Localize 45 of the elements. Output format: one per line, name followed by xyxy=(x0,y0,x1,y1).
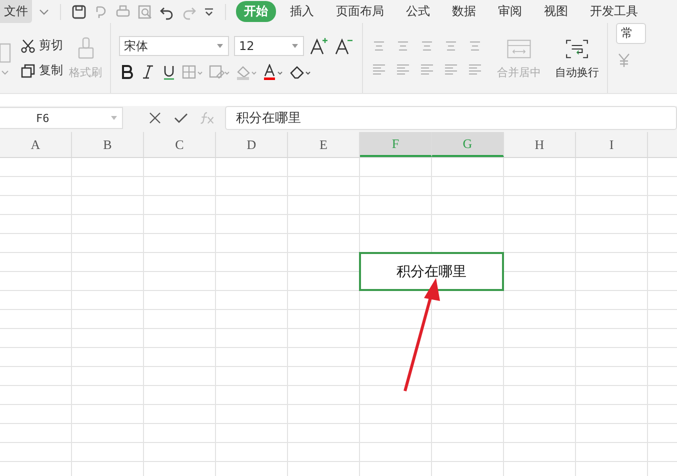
caret-icon xyxy=(291,42,299,50)
copy-icon xyxy=(20,62,36,78)
cell-reference-field[interactable]: F6 xyxy=(0,107,123,129)
column-header[interactable]: H xyxy=(504,132,576,157)
dropdown-icon[interactable] xyxy=(203,6,215,18)
preview-icon[interactable] xyxy=(137,4,153,20)
font-size-field[interactable]: 12 xyxy=(234,36,304,56)
eraser-icon[interactable] xyxy=(290,64,312,80)
column-header[interactable]: D xyxy=(216,132,288,157)
formula-input-field[interactable]: 积分在哪里 xyxy=(225,106,677,130)
bold-icon[interactable] xyxy=(119,64,135,80)
copy-button[interactable]: 复制 xyxy=(20,62,63,79)
ribbon-tab[interactable]: 公式 xyxy=(398,1,438,22)
cancel-icon[interactable] xyxy=(147,110,163,126)
column-header[interactable]: I xyxy=(576,132,648,157)
number-format-field[interactable]: 常 xyxy=(616,23,646,44)
column-header[interactable]: C xyxy=(144,132,216,157)
function-icon[interactable] xyxy=(199,110,215,126)
column-header[interactable]: A xyxy=(0,132,72,157)
font-color-icon[interactable] xyxy=(263,64,285,80)
ribbon-tab[interactable]: 数据 xyxy=(444,1,484,22)
border-icon[interactable] xyxy=(182,64,204,80)
print-icon[interactable] xyxy=(115,4,131,20)
wrap-text-button[interactable]: 自动换行 xyxy=(555,36,599,80)
caret-icon xyxy=(216,42,224,50)
save-icon[interactable] xyxy=(71,4,87,20)
underline-icon[interactable] xyxy=(161,64,177,80)
scissors-icon xyxy=(20,38,36,54)
decrease-font-icon[interactable] xyxy=(334,37,354,55)
caret-icon xyxy=(110,114,118,122)
selected-cell[interactable]: 积分在哪里 xyxy=(359,252,504,291)
font-name-field[interactable]: 宋体 xyxy=(119,36,229,56)
fill-color-icon[interactable] xyxy=(236,64,258,80)
ribbon-tab[interactable]: 页面布局 xyxy=(328,1,392,22)
cut-button[interactable]: 剪切 xyxy=(20,37,63,54)
ribbon-tab[interactable]: 视图 xyxy=(536,1,576,22)
ribbon-tab[interactable]: 插入 xyxy=(282,1,322,22)
ribbon-tab[interactable]: 开发工具 xyxy=(582,1,646,22)
file-menu[interactable]: 文件 xyxy=(0,0,32,23)
italic-icon[interactable] xyxy=(140,64,156,80)
ribbon-tab[interactable]: 审阅 xyxy=(490,1,530,22)
cell-style-icon[interactable] xyxy=(209,64,231,80)
increase-font-icon[interactable] xyxy=(309,37,329,55)
currency-icon[interactable] xyxy=(616,52,632,68)
column-header[interactable]: B xyxy=(72,132,144,157)
